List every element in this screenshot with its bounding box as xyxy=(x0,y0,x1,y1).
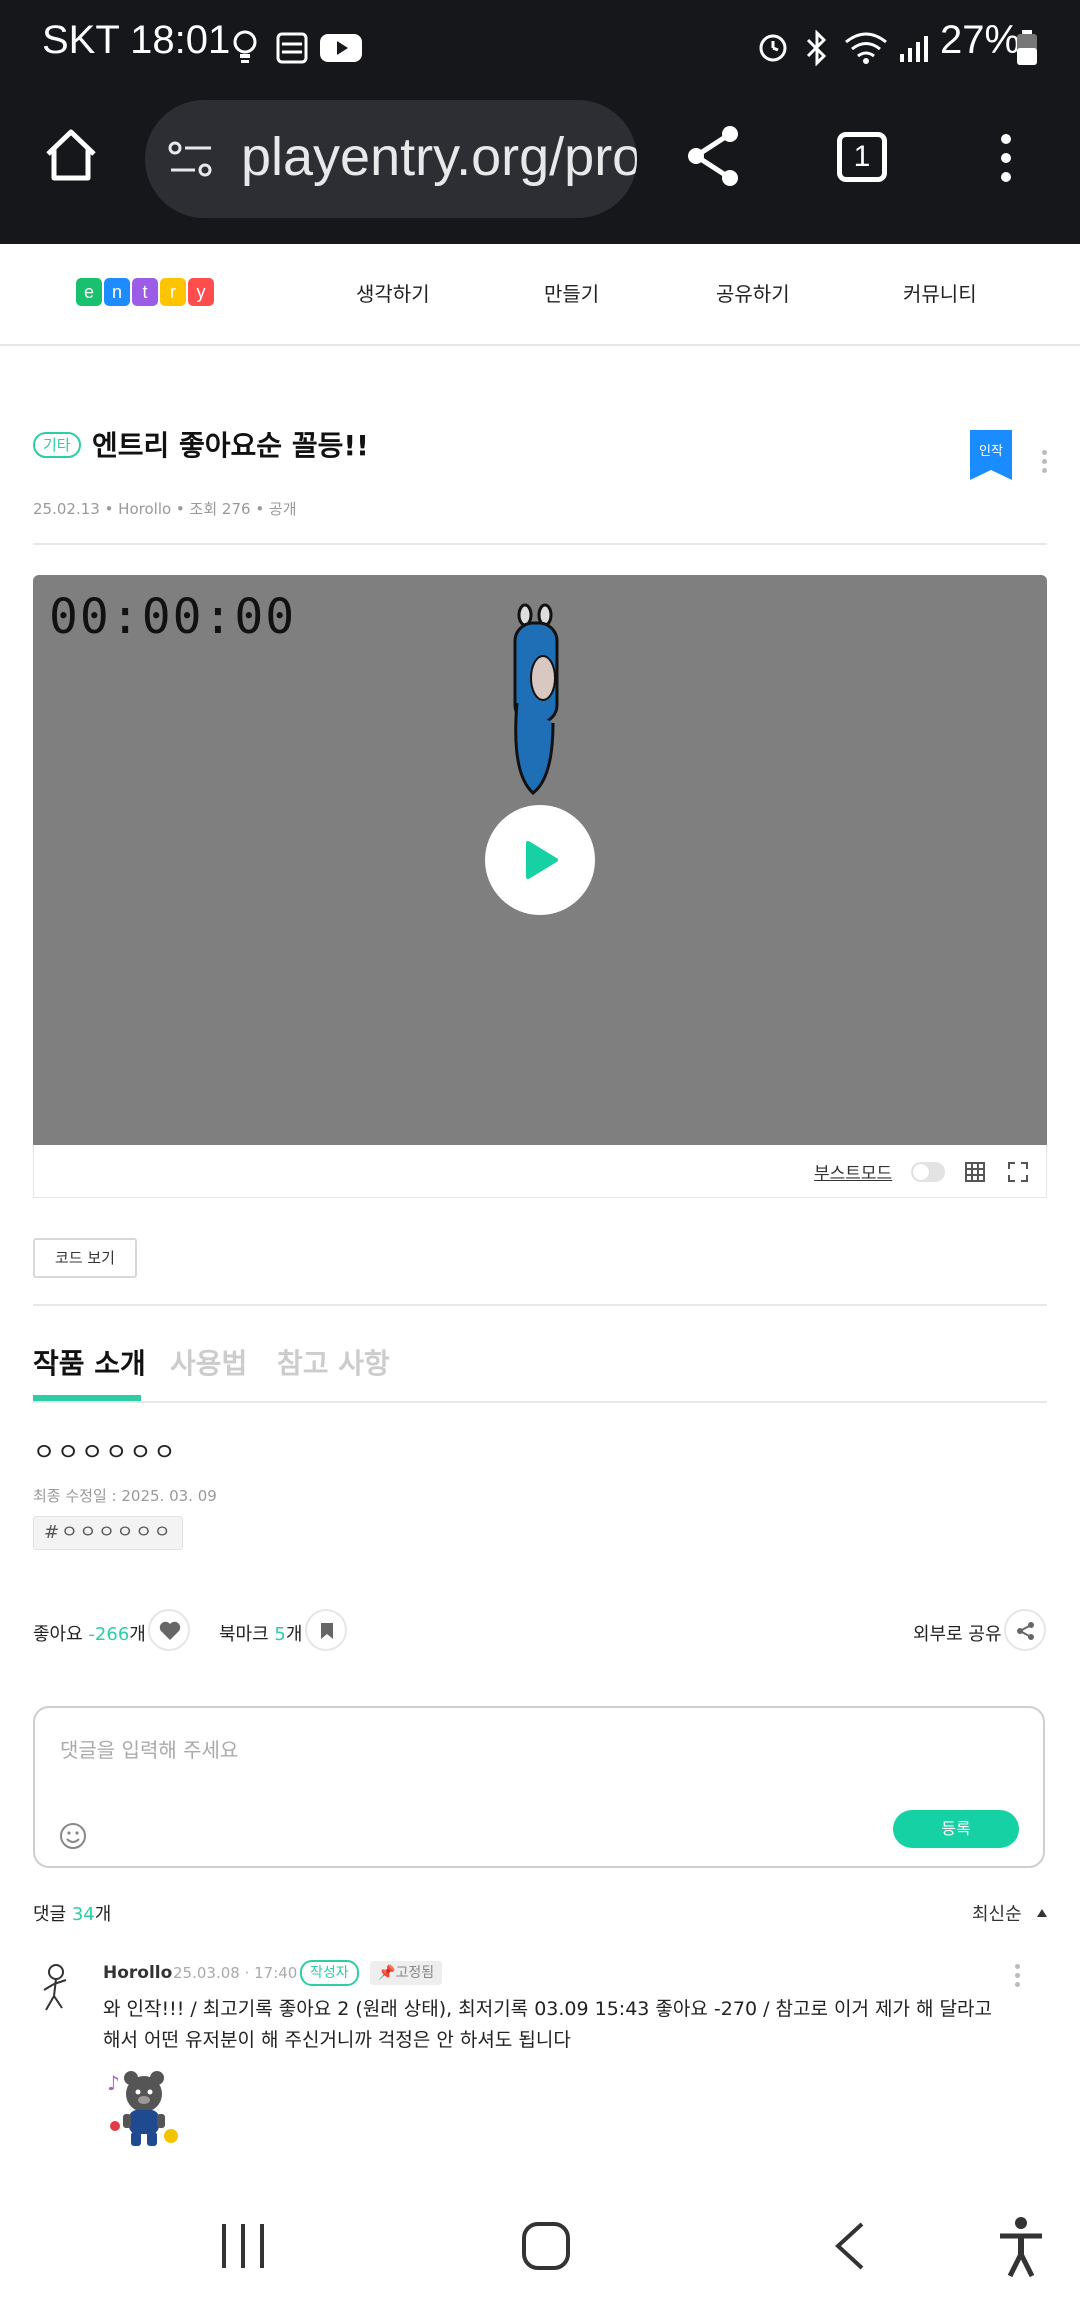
like-summary: 좋아요 -266개 xyxy=(33,1620,146,1646)
logo-letter: e xyxy=(76,278,102,306)
comment-count-label: 댓글 xyxy=(33,1904,67,1925)
comment-date: 25.03.08 · 17:40 xyxy=(173,1964,298,1982)
logo-letter: n xyxy=(104,278,130,306)
bookmark-button[interactable] xyxy=(305,1609,347,1651)
address-bar[interactable]: playentry.org/pro xyxy=(145,100,637,218)
like-button[interactable] xyxy=(148,1609,190,1651)
like-label: 좋아요 xyxy=(33,1624,83,1645)
play-icon xyxy=(526,841,558,879)
bookmark-icon xyxy=(321,1623,333,1639)
logo-letter: y xyxy=(188,278,214,306)
boost-mode-toggle[interactable] xyxy=(911,1162,945,1182)
category-tag: 기타 xyxy=(33,432,81,458)
share-icon[interactable] xyxy=(684,124,744,188)
nav-item-think[interactable]: 생각하기 xyxy=(356,278,430,307)
nav-item-community[interactable]: 커뮤니티 xyxy=(903,278,977,307)
home-nav-icon[interactable] xyxy=(521,2220,571,2272)
view-code-button[interactable]: 코드 보기 xyxy=(33,1238,137,1278)
bookmark-unit: 개 xyxy=(285,1624,303,1645)
site-settings-icon[interactable] xyxy=(167,138,215,182)
fullscreen-icon[interactable] xyxy=(1007,1161,1029,1183)
comment-text: 와 인작!!! / 최고기록 좋아요 2 (원래 상태), 최저기록 03.09… xyxy=(103,1998,992,2051)
system-nav-bar xyxy=(0,2194,1080,2316)
project-description: ㅇㅇㅇㅇㅇㅇ xyxy=(33,1438,178,1466)
project-meta: 25.02.13 • Horollo • 조회 276 • 공개 xyxy=(33,500,297,518)
divider xyxy=(33,1304,1047,1306)
comment-count-number: 34 xyxy=(71,1904,95,1925)
tab-notes[interactable]: 참고 사항 xyxy=(277,1342,390,1382)
youtube-icon xyxy=(320,34,362,62)
chevron-up-icon[interactable] xyxy=(1036,1908,1048,1918)
featured-flag: 인작 xyxy=(970,430,1012,480)
comment-count: 댓글 34개 xyxy=(33,1900,111,1926)
bookmark-count: 5 xyxy=(274,1624,286,1645)
external-share-label: 외부로 공유 xyxy=(913,1624,1002,1645)
wifi-icon xyxy=(845,32,887,64)
emoji-icon[interactable] xyxy=(59,1822,87,1850)
recent-apps-icon[interactable] xyxy=(218,2220,268,2272)
pinned-badge-label: 고정됨 xyxy=(395,1965,435,1981)
accessibility-icon[interactable] xyxy=(996,2214,1046,2278)
svg-text:♪: ♪ xyxy=(107,2071,120,2095)
external-share-button[interactable] xyxy=(1004,1609,1046,1651)
alarm-icon xyxy=(759,34,787,62)
comment-input-box[interactable]: 댓글을 입력해 주세요 등록 xyxy=(33,1706,1045,1868)
pin-icon: 📌 xyxy=(378,1965,396,1981)
project-stage[interactable]: 00:00:00 xyxy=(33,575,1047,1145)
nav-item-share[interactable]: 공유하기 xyxy=(716,278,790,307)
heart-icon xyxy=(159,1621,181,1640)
tab-introduction[interactable]: 작품 소개 xyxy=(33,1342,146,1382)
menu-icon[interactable] xyxy=(1001,134,1011,182)
comment-placeholder[interactable]: 댓글을 입력해 주세요 xyxy=(60,1734,238,1763)
bookmark-label: 북마크 xyxy=(219,1624,269,1645)
avatar[interactable] xyxy=(38,1962,74,2014)
battery-icon xyxy=(1017,30,1037,65)
play-button[interactable] xyxy=(485,805,595,915)
bluetooth-icon xyxy=(806,30,827,66)
grid-icon[interactable] xyxy=(964,1161,986,1183)
nav-item-make[interactable]: 만들기 xyxy=(544,278,599,307)
share-icon xyxy=(1017,1622,1034,1640)
tab-usage[interactable]: 사용법 xyxy=(170,1342,247,1382)
battery-percent: 27% xyxy=(940,18,1021,62)
tab-switcher-button[interactable]: 1 xyxy=(837,132,887,182)
bookmark-summary: 북마크 5개 xyxy=(219,1620,302,1646)
submit-comment-button[interactable]: 등록 xyxy=(893,1810,1019,1848)
url-text: playentry.org/pro xyxy=(241,127,637,187)
player-controls: 부스트모드 xyxy=(33,1145,1047,1198)
author-badge: 작성자 xyxy=(300,1960,359,1986)
more-options-icon[interactable] xyxy=(1042,450,1048,477)
character-sprite xyxy=(513,603,559,795)
like-count: -266 xyxy=(88,1624,130,1645)
comment-count-unit: 개 xyxy=(94,1904,112,1925)
logo-letter: t xyxy=(132,278,158,306)
signal-icon xyxy=(900,36,928,62)
divider xyxy=(33,1401,1047,1403)
bear-sticker: ♪ xyxy=(107,2071,178,2146)
logo-letter: r xyxy=(160,278,186,306)
site-nav: e n t r y 생각하기 만들기 공유하기 커뮤니티 xyxy=(0,244,1080,346)
status-bar: SKT 18:01 27% xyxy=(0,0,1080,96)
hashtag-chip[interactable]: #ㅇㅇㅇㅇㅇㅇ xyxy=(33,1516,184,1550)
comment-author[interactable]: Horollo xyxy=(103,1963,172,1983)
carrier-time: SKT 18:01 xyxy=(42,18,231,62)
lightbulb-icon xyxy=(233,30,257,63)
home-icon[interactable] xyxy=(42,126,100,184)
comment-more-icon[interactable] xyxy=(1015,1964,1021,1991)
sort-dropdown[interactable]: 최신순 xyxy=(972,1900,1022,1926)
last-modified: 최종 수정일 : 2025. 03. 09 xyxy=(33,1487,217,1505)
back-icon[interactable] xyxy=(830,2220,870,2272)
storage-icon xyxy=(276,32,308,64)
browser-toolbar: playentry.org/pro 1 xyxy=(0,96,1080,244)
project-title: 엔트리 좋아요순 꼴등!! xyxy=(92,429,369,462)
boost-mode-label: 부스트모드 xyxy=(814,1164,893,1184)
divider xyxy=(33,543,1047,545)
stage-timer: 00:00:00 xyxy=(49,589,297,645)
pinned-badge: 📌고정됨 xyxy=(370,1961,443,1985)
like-unit: 개 xyxy=(129,1624,146,1645)
